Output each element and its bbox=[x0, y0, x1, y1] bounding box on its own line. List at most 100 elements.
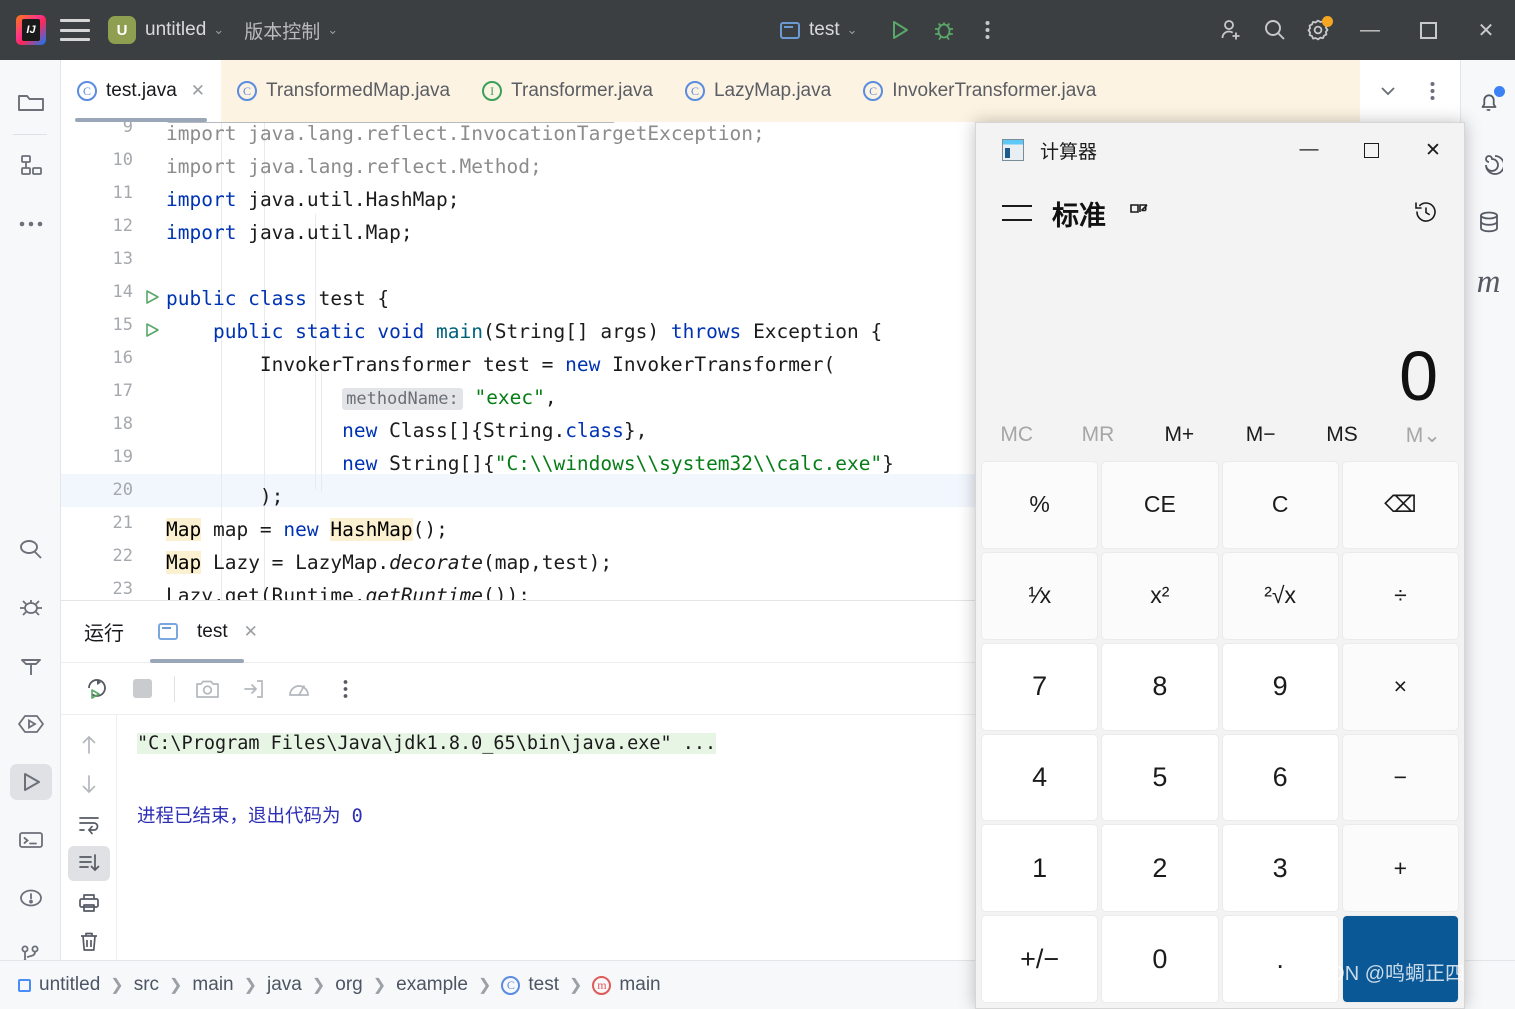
key-7[interactable]: 7 bbox=[981, 642, 1099, 731]
tab-invokertransformer-java[interactable]: C InvokerTransformer.java bbox=[847, 60, 1112, 122]
breadcrumb-item-untitled[interactable]: untitled bbox=[18, 974, 100, 996]
tab-list-chevron-down-icon[interactable] bbox=[1366, 69, 1410, 113]
run-button[interactable] bbox=[878, 8, 922, 52]
code-line-20: ); bbox=[166, 485, 284, 508]
debug-button[interactable] bbox=[922, 8, 966, 52]
key-4[interactable]: 4 bbox=[981, 733, 1099, 822]
memory-recall-button[interactable]: MR bbox=[1057, 423, 1138, 447]
calculator-menu-icon[interactable] bbox=[1002, 205, 1032, 221]
run-class-gutter-icon[interactable] bbox=[143, 288, 161, 306]
sidebar-item-build[interactable] bbox=[0, 637, 61, 695]
key-8[interactable]: 8 bbox=[1101, 642, 1219, 731]
project-folder-icon[interactable] bbox=[0, 74, 61, 132]
main-menu-button[interactable] bbox=[60, 19, 90, 41]
run-config-name[interactable]: test bbox=[809, 19, 840, 41]
project-chevron-down-icon[interactable]: ⌄ bbox=[213, 22, 224, 38]
notifications-bell-icon[interactable] bbox=[1461, 72, 1515, 132]
camera-icon[interactable] bbox=[186, 668, 228, 710]
key-clear[interactable]: C bbox=[1221, 461, 1339, 549]
tab-test-java[interactable]: C test.java ✕ bbox=[61, 60, 222, 122]
calculator-minimize-button[interactable]: — bbox=[1278, 123, 1340, 177]
key-divide[interactable]: ÷ bbox=[1341, 551, 1459, 640]
key-percent[interactable]: % bbox=[981, 461, 1099, 549]
breadcrumb-item-java[interactable]: java bbox=[267, 974, 302, 996]
memory-list-button[interactable]: M⌄ bbox=[1383, 423, 1464, 448]
ai-assistant-icon[interactable] bbox=[1461, 132, 1515, 192]
tab-transformedmap-java[interactable]: C TransformedMap.java bbox=[221, 60, 466, 122]
settings-gear-icon[interactable] bbox=[1297, 8, 1341, 52]
structure-icon[interactable] bbox=[0, 137, 61, 195]
tab-lazymap-java[interactable]: C LazyMap.java bbox=[669, 60, 847, 122]
sidebar-item-run[interactable] bbox=[0, 753, 61, 811]
vcs-chevron-down-icon[interactable]: ⌄ bbox=[327, 22, 338, 38]
arrow-up-icon[interactable] bbox=[68, 727, 110, 763]
project-name[interactable]: untitled bbox=[145, 19, 206, 41]
more-tools-icon[interactable] bbox=[0, 195, 61, 253]
breadcrumb-item-org[interactable]: org bbox=[335, 974, 362, 996]
run-tab-close-icon[interactable]: ✕ bbox=[244, 622, 258, 642]
key-3[interactable]: 3 bbox=[1221, 824, 1339, 913]
key-sign-toggle[interactable]: +/− bbox=[981, 915, 1099, 1003]
key-square-root[interactable]: ²√x bbox=[1221, 551, 1339, 640]
scroll-to-end-icon[interactable] bbox=[67, 845, 110, 881]
sidebar-item-debug[interactable] bbox=[0, 579, 61, 637]
add-collaborator-button[interactable] bbox=[1209, 8, 1253, 52]
key-add[interactable]: + bbox=[1341, 824, 1459, 913]
sidebar-item-run-coverage[interactable] bbox=[0, 695, 61, 753]
key-reciprocal[interactable]: ¹∕x bbox=[981, 551, 1099, 640]
rerun-icon[interactable] bbox=[75, 668, 117, 710]
run-tab-test[interactable]: test ✕ bbox=[150, 601, 266, 663]
maven-icon[interactable]: m bbox=[1461, 252, 1515, 312]
code-line-22: Map Lazy = LazyMap.decorate(map,test); bbox=[166, 551, 613, 574]
key-6[interactable]: 6 bbox=[1221, 733, 1339, 822]
line-number: 12 bbox=[112, 216, 133, 236]
key-subtract[interactable]: − bbox=[1341, 733, 1459, 822]
window-close-button[interactable]: ✕ bbox=[1457, 0, 1515, 60]
breadcrumb-item-main[interactable]: main bbox=[192, 974, 233, 996]
sidebar-item-terminal[interactable] bbox=[0, 811, 61, 869]
key-9[interactable]: 9 bbox=[1221, 642, 1339, 731]
arrow-down-icon[interactable] bbox=[68, 767, 110, 803]
trash-icon[interactable] bbox=[68, 925, 110, 961]
memory-add-button[interactable]: M+ bbox=[1139, 423, 1220, 447]
tab-transformer-java[interactable]: I Transformer.java bbox=[466, 60, 669, 122]
search-everywhere-button[interactable] bbox=[1253, 8, 1297, 52]
key-equals[interactable]: CSDN @鸣蜩正四 bbox=[1302, 915, 1465, 1003]
memory-subtract-button[interactable]: M− bbox=[1220, 423, 1301, 447]
line-number: 17 bbox=[112, 381, 133, 401]
key-backspace[interactable]: ⌫ bbox=[1341, 461, 1459, 549]
history-icon[interactable] bbox=[1412, 199, 1440, 227]
breadcrumb-item-src[interactable]: src bbox=[134, 974, 159, 996]
soft-wrap-icon[interactable] bbox=[68, 806, 110, 842]
tab-close-icon[interactable]: ✕ bbox=[191, 81, 205, 101]
window-minimize-button[interactable]: — bbox=[1341, 0, 1399, 60]
memory-store-button[interactable]: MS bbox=[1301, 423, 1382, 447]
breadcrumb-item-main-method[interactable]: m main bbox=[592, 974, 661, 996]
keep-on-top-icon[interactable] bbox=[1126, 200, 1152, 226]
database-icon[interactable] bbox=[1461, 192, 1515, 252]
sidebar-item-search[interactable] bbox=[0, 521, 61, 579]
memory-clear-button[interactable]: MC bbox=[976, 423, 1057, 447]
print-icon[interactable] bbox=[68, 885, 110, 921]
run-method-gutter-icon[interactable] bbox=[143, 321, 161, 339]
breadcrumb-item-example[interactable]: example bbox=[396, 974, 468, 996]
import-icon[interactable] bbox=[232, 668, 274, 710]
key-2[interactable]: 2 bbox=[1101, 824, 1219, 913]
calculator-maximize-button[interactable] bbox=[1340, 123, 1402, 177]
more-actions-button[interactable] bbox=[966, 8, 1010, 52]
vcs-menu[interactable]: 版本控制 bbox=[244, 17, 320, 44]
breadcrumb-item-test[interactable]: C test bbox=[501, 974, 559, 996]
key-1[interactable]: 1 bbox=[981, 824, 1099, 913]
key-clear-entry[interactable]: CE bbox=[1101, 461, 1219, 549]
run-config-chevron-down-icon[interactable]: ⌄ bbox=[847, 22, 858, 38]
sidebar-item-problems[interactable] bbox=[0, 869, 61, 927]
key-square[interactable]: x² bbox=[1101, 551, 1219, 640]
tab-more-actions-icon[interactable] bbox=[1410, 69, 1454, 113]
key-5[interactable]: 5 bbox=[1101, 733, 1219, 822]
key-multiply[interactable]: × bbox=[1341, 642, 1459, 731]
profiler-icon[interactable] bbox=[278, 668, 320, 710]
run-more-actions-icon[interactable] bbox=[324, 668, 366, 710]
key-0[interactable]: 0 bbox=[1101, 915, 1219, 1003]
calculator-close-button[interactable]: ✕ bbox=[1402, 123, 1464, 177]
window-maximize-button[interactable] bbox=[1399, 0, 1457, 60]
